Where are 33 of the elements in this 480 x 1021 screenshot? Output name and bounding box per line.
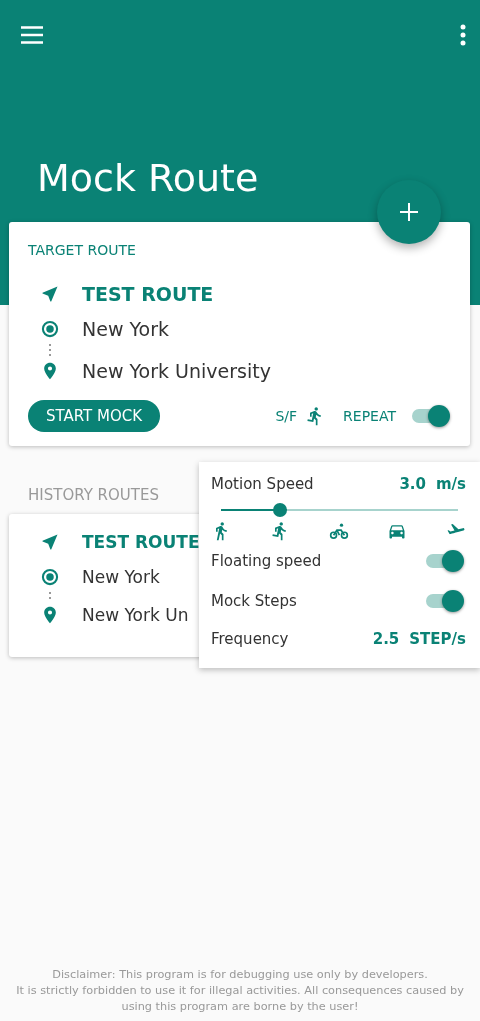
disclaimer-text: It is strictly forbidden to use it for illegal activities. All consequences caused by using this program are borne by the user! xyxy=(15,983,465,1015)
bicycle-icon xyxy=(328,521,349,541)
destination-location: New York Un xyxy=(82,605,189,625)
frequency-unit: STEP/s xyxy=(409,630,466,648)
setting-label: Mock Steps xyxy=(211,592,297,610)
start-location: New York xyxy=(82,567,160,587)
start-mock-button[interactable]: START MOCK xyxy=(28,400,161,432)
more-options-icon[interactable] xyxy=(460,24,466,46)
slider-thumb[interactable] xyxy=(273,503,288,517)
menu-icon[interactable] xyxy=(20,25,44,45)
destination-location: New York University xyxy=(82,360,271,382)
start-location: New York xyxy=(82,318,169,340)
section-heading: HISTORY ROUTES xyxy=(28,486,159,504)
disclaimer-text: Disclaimer: This program is for debugging use only by developers. xyxy=(51,967,429,983)
route-name: TEST ROUTE xyxy=(82,532,200,552)
setting-label: Floating speed xyxy=(211,552,322,570)
speed-slider[interactable] xyxy=(221,503,458,517)
page-title: Mock Route xyxy=(37,155,259,202)
origin-dot-icon xyxy=(40,567,60,587)
repeat-label: REPEAT xyxy=(343,408,396,424)
speed-value: 3.0 xyxy=(399,475,426,493)
origin-dot-icon xyxy=(40,319,60,339)
motion-speed-label: Motion Speed xyxy=(211,475,314,493)
navigation-arrow-icon xyxy=(40,284,60,304)
plus-icon xyxy=(400,203,418,221)
section-heading: TARGET ROUTE xyxy=(28,242,137,258)
speed-unit: m/s xyxy=(435,475,466,493)
route-name: TEST ROUTE xyxy=(82,283,214,305)
add-button[interactable] xyxy=(377,180,441,244)
sf-label[interactable]: S/F xyxy=(275,408,298,424)
navigation-arrow-icon xyxy=(40,532,60,552)
frequency-value: 2.5 xyxy=(372,630,400,648)
frequency-label: Frequency xyxy=(211,630,289,648)
